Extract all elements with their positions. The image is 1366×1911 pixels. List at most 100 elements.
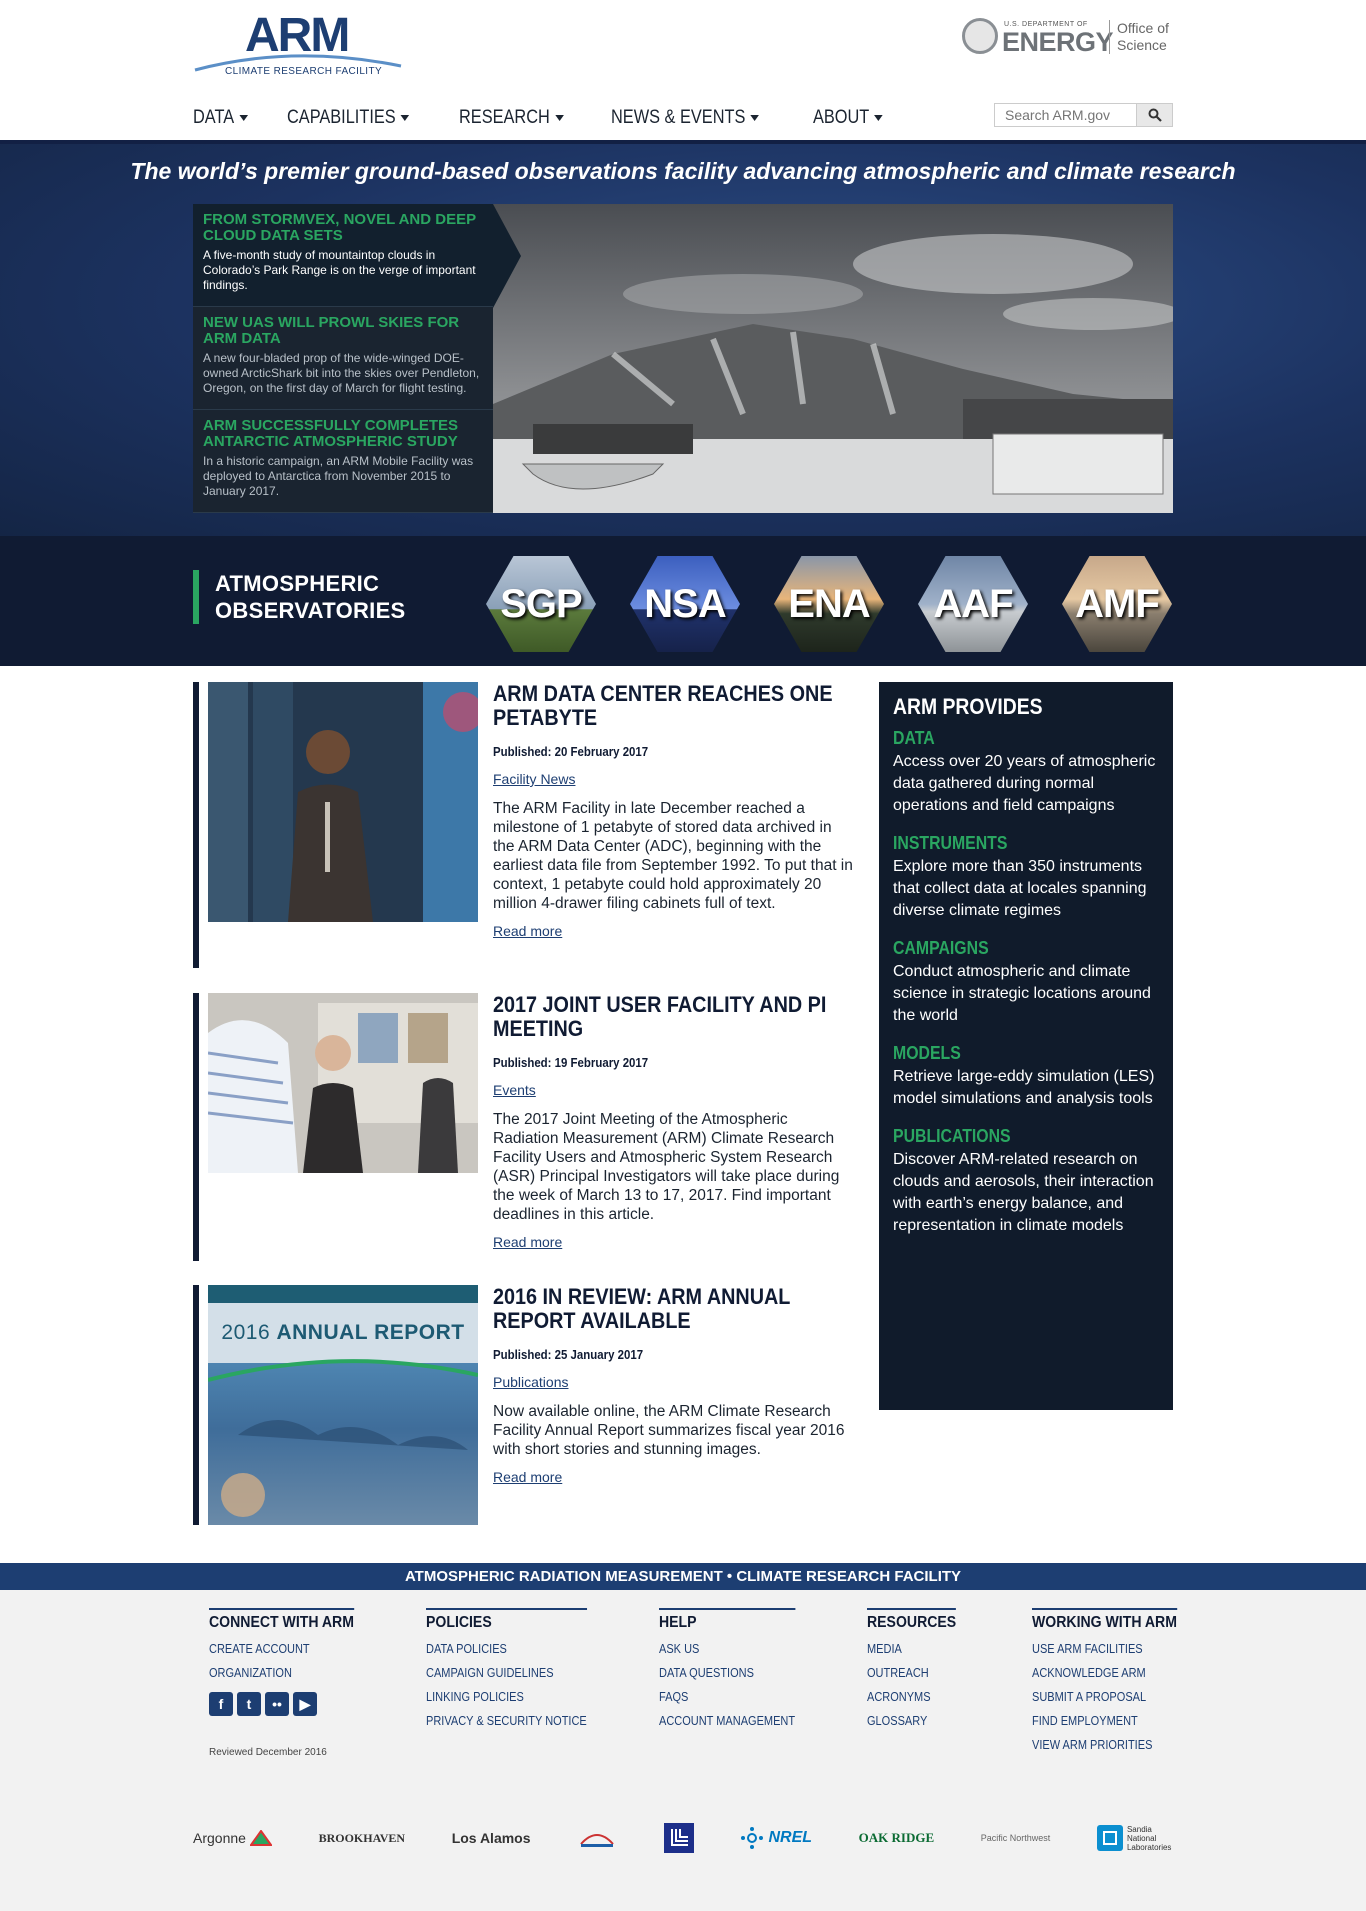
partner-logo-nrel[interactable]: NREL (740, 1826, 812, 1850)
article-body: 2016 IN REVIEW: ARM ANNUAL REPORT AVAILA… (493, 1285, 853, 1486)
article-title[interactable]: 2017 JOINT USER FACILITY AND PI MEETING (493, 993, 853, 1041)
read-more-link[interactable]: Read more (493, 1469, 853, 1485)
feature-item[interactable]: ARM SUCCESSFULLY COMPLETES ANTARCTIC ATM… (193, 410, 493, 513)
footer-link[interactable]: CREATE ACCOUNT (209, 1642, 354, 1656)
partner-logo-pnnl[interactable]: Pacific Northwest (981, 1833, 1051, 1843)
feature-item[interactable]: NEW UAS WILL PROWL SKIES FOR ARM DATA A … (193, 307, 493, 410)
footer-heading: HELP (659, 1608, 796, 1632)
nav-item-research[interactable]: RESEARCH (459, 104, 564, 132)
arm-logo[interactable]: ARM CLIMATE RESEARCH FACILITY (193, 8, 405, 80)
obs-title: ATMOSPHERIC OBSERVATORIES (215, 570, 406, 624)
nav-item-about[interactable]: ABOUT (813, 104, 884, 132)
footer-link[interactable]: LINKING POLICIES (426, 1690, 587, 1704)
nav-label: ABOUT (813, 107, 870, 128)
article-title[interactable]: ARM DATA CENTER REACHES ONE PETABYTE (493, 682, 853, 730)
footer-link[interactable]: DATA QUESTIONS (659, 1666, 795, 1680)
read-more-link[interactable]: Read more (493, 1234, 853, 1250)
article-image[interactable]: 2016 ANNUAL REPORT (208, 1285, 478, 1525)
site-aaf[interactable]: AAF (918, 556, 1028, 652)
facebook-icon[interactable]: f (209, 1692, 233, 1716)
site-header: ARM CLIMATE RESEARCH FACILITY U.S. DEPAR… (0, 0, 1366, 140)
provides-item-title[interactable]: INSTRUMENTS (893, 833, 1127, 854)
search-input[interactable] (995, 104, 1136, 126)
caret-down-icon (555, 115, 564, 121)
partner-logo-berkeley[interactable] (577, 1826, 617, 1850)
article-image[interactable] (208, 682, 478, 922)
hero-section: The world’s premier ground-based observa… (0, 140, 1366, 536)
partner-name: BROOKHAVEN (318, 1830, 406, 1845)
site-ena[interactable]: ENA (774, 556, 884, 652)
footer-link[interactable]: OUTREACH (867, 1666, 956, 1680)
footer-link[interactable]: MEDIA (867, 1642, 956, 1656)
footer-link[interactable]: CAMPAIGN GUIDELINES (426, 1666, 587, 1680)
site-nsa[interactable]: NSA (630, 556, 740, 652)
article-date: Published: 20 February 2017 (493, 744, 649, 759)
footer-column-connect: CONNECT WITH ARM CREATE ACCOUNT ORGANIZA… (209, 1608, 374, 1716)
footer-column-working: WORKING WITH ARM USE ARM FACILITIES ACKN… (1032, 1608, 1197, 1752)
footer-link[interactable]: ASK US (659, 1642, 795, 1656)
footer-link[interactable]: ORGANIZATION (209, 1666, 354, 1680)
site-sgp[interactable]: SGP (486, 556, 596, 652)
nav-item-data[interactable]: DATA (193, 104, 248, 132)
berkeley-lab-icon (580, 1834, 614, 1847)
provides-item-title[interactable]: CAMPAIGNS (893, 938, 1127, 959)
nrel-sun-icon (741, 1827, 764, 1849)
feature-image[interactable] (493, 204, 1173, 513)
footer-link[interactable]: USE ARM FACILITIES (1032, 1642, 1177, 1656)
footer-link[interactable]: DATA POLICIES (426, 1642, 587, 1656)
footer-link[interactable]: ACKNOWLEDGE ARM (1032, 1666, 1177, 1680)
footer-link[interactable]: FIND EMPLOYMENT (1032, 1714, 1177, 1728)
meeting-photo (208, 993, 478, 1173)
site-label: NSA (644, 581, 726, 626)
partner-logo-brookhaven[interactable]: BROOKHAVEN (319, 1831, 405, 1846)
reviewed-date: Reviewed December 2016 (209, 1747, 327, 1758)
partner-logo-los-alamos[interactable]: Los Alamos (452, 1830, 531, 1846)
site-label: SGP (500, 581, 582, 626)
footer-band: ATMOSPHERIC RADIATION MEASUREMENT • CLIM… (0, 1563, 1366, 1590)
hero-tagline: The world’s premier ground-based observa… (130, 158, 1236, 184)
article-category-link[interactable]: Publications (493, 1374, 853, 1390)
feature-title: NEW UAS WILL PROWL SKIES FOR ARM DATA (203, 314, 460, 347)
footer-link[interactable]: PRIVACY & SECURITY NOTICE (426, 1714, 587, 1728)
caret-down-icon (400, 115, 410, 121)
doe-logo[interactable]: U.S. DEPARTMENT OF ENERGY Office of Scie… (962, 16, 1174, 58)
read-more-link[interactable]: Read more (493, 923, 853, 939)
partner-logo-sandia[interactable]: Sandia National Laboratories (1096, 1825, 1173, 1852)
provides-item-title[interactable]: PUBLICATIONS (893, 1126, 1127, 1147)
article-title[interactable]: 2016 IN REVIEW: ARM ANNUAL REPORT AVAILA… (493, 1285, 853, 1333)
caret-down-icon (874, 115, 884, 121)
nav-label: NEWS & EVENTS (610, 107, 746, 128)
article-text: The ARM Facility in late December reache… (493, 800, 853, 912)
youtube-icon[interactable]: ▶ (293, 1692, 317, 1716)
site-amf[interactable]: AMF (1062, 556, 1172, 652)
partner-logo-argonne[interactable]: Argonne (193, 1830, 272, 1846)
provides-item-title[interactable]: MODELS (893, 1043, 1127, 1064)
feature-item[interactable]: FROM STORMVEX, NOVEL AND DEEP CLOUD DATA… (193, 204, 493, 307)
doe-big-text: ENERGY (1002, 27, 1114, 57)
twitter-icon[interactable]: t (237, 1692, 261, 1716)
footer-link[interactable]: GLOSSARY (867, 1714, 956, 1728)
flickr-icon[interactable]: •• (265, 1692, 289, 1716)
article-image[interactable] (208, 993, 478, 1173)
nav-item-news-events[interactable]: NEWS & EVENTS (611, 104, 759, 132)
partner-name: Los Alamos (451, 1830, 531, 1846)
search-box (994, 103, 1173, 127)
footer-link[interactable]: VIEW ARM PRIORITIES (1032, 1738, 1177, 1752)
search-button[interactable] (1136, 104, 1172, 126)
caret-down-icon (750, 115, 759, 121)
provides-item-text: Discover ARM-related research on clouds … (893, 1151, 1154, 1234)
footer-link[interactable]: ACCOUNT MANAGEMENT (659, 1714, 795, 1728)
article-text: The 2017 Joint Meeting of the Atmospheri… (493, 1111, 840, 1223)
article-category-link[interactable]: Events (493, 1082, 853, 1098)
partner-logo-oak-ridge[interactable]: OAK RIDGE (859, 1830, 934, 1846)
nav-item-capabilities[interactable]: CAPABILITIES (287, 104, 410, 132)
article-category-link[interactable]: Facility News (493, 771, 853, 787)
footer-link[interactable]: ACRONYMS (867, 1690, 956, 1704)
footer-link[interactable]: FAQS (659, 1690, 795, 1704)
provides-item-title[interactable]: DATA (893, 728, 1127, 749)
observatories-band: ATMOSPHERIC OBSERVATORIES SGP NSA ENA AA… (0, 536, 1366, 666)
partner-name: Argonne (193, 1830, 246, 1846)
footer-link[interactable]: SUBMIT A PROPOSAL (1032, 1690, 1177, 1704)
partner-name: OAK RIDGE (858, 1830, 935, 1845)
partner-logo-llnl[interactable] (663, 1823, 694, 1853)
